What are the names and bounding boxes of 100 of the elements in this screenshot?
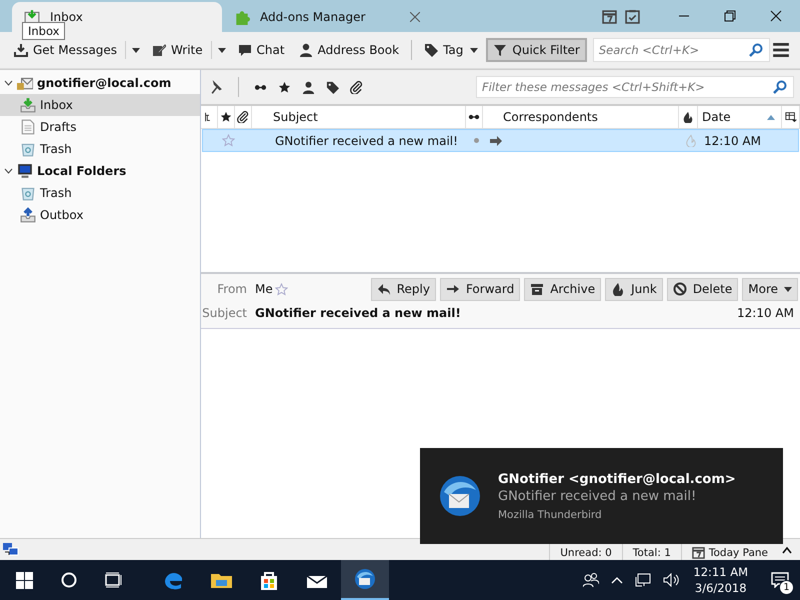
field-label: Subject — [201, 306, 247, 320]
speaker-icon[interactable] — [663, 573, 682, 587]
circle-icon[interactable] — [61, 572, 77, 588]
document-icon — [20, 119, 36, 135]
right-arrow-icon — [446, 282, 460, 296]
dot-icon[interactable] — [474, 138, 479, 143]
search-icon — [749, 43, 763, 57]
notification-message: GNotifier received a new mail! — [498, 488, 698, 504]
column-header[interactable] — [235, 106, 252, 128]
caret-icon — [132, 48, 140, 52]
header-button[interactable]: Delete — [666, 278, 738, 300]
column-header[interactable] — [466, 106, 483, 128]
trash-can-icon — [20, 185, 36, 201]
right-arrow-icon — [489, 134, 503, 146]
folder-item[interactable]: Drafts — [0, 116, 200, 138]
folder-item[interactable]: gnotifier@local.com — [0, 72, 200, 94]
notification-count-badge: 1 — [779, 580, 794, 595]
column-header[interactable]: Subject — [252, 106, 466, 128]
chevron-down-icon — [4, 166, 13, 176]
menu-icon[interactable] — [772, 41, 790, 59]
person-icon — [298, 43, 313, 57]
task-view-icon[interactable] — [105, 572, 123, 588]
notification-title: GNotifier <gnotifier@local.com> — [498, 472, 736, 486]
header-button[interactable]: More — [742, 278, 798, 300]
star-icon[interactable] — [278, 80, 291, 94]
folder-item[interactable]: Local Folders — [0, 160, 200, 182]
message-row[interactable]: GNotifier received a new mail! 12:10 AM — [202, 129, 799, 152]
paperclip-icon[interactable] — [350, 80, 363, 94]
star-icon — [220, 111, 232, 123]
header-button[interactable]: Junk — [605, 278, 663, 300]
column-picker-icon — [784, 111, 796, 123]
people-icon[interactable] — [583, 572, 600, 588]
action-center-icon[interactable] — [771, 572, 789, 588]
column-header[interactable]: Correspondents — [483, 106, 679, 128]
trash-can-icon — [20, 141, 36, 157]
filter-field[interactable]: Filter these messages <Ctrl+Shift+K> — [476, 76, 794, 98]
tab[interactable]: Add-ons Manager — [222, 2, 432, 32]
notification-toast[interactable]: GNotifier <gnotifier@local.com> GNotifier received a new mail! Mozilla Thunderbird — [420, 448, 783, 544]
sender-name: Me — [255, 282, 273, 296]
tag-icon — [424, 43, 438, 57]
restore-icon[interactable] — [724, 10, 736, 22]
speech-bubble-icon — [238, 43, 252, 57]
date-text: 12:10 AM — [737, 306, 794, 320]
outbox-tray-icon — [20, 207, 36, 223]
archive-box-icon — [530, 282, 544, 296]
chevron-up-icon[interactable] — [782, 546, 792, 554]
thunderbird-logo-icon — [438, 474, 482, 518]
pencil-icon — [152, 43, 166, 57]
caret-icon — [784, 286, 792, 292]
toolbar-button[interactable]: Tag — [418, 39, 484, 61]
task-clipboard-icon[interactable] — [625, 8, 640, 24]
filter-icon — [493, 43, 508, 57]
prohibition-icon — [672, 282, 687, 296]
date-cell-text: 12:10 AM — [703, 132, 762, 150]
folder-item[interactable]: Inbox — [0, 94, 200, 116]
field-label: From — [216, 282, 247, 296]
toolbar-button[interactable]: Address Book — [292, 39, 406, 61]
windows-logo-icon[interactable] — [16, 572, 33, 588]
thunderbird-logo-icon[interactable] — [354, 568, 376, 590]
toolbar-button[interactable]: Quick Filter — [486, 38, 587, 62]
notification-app-name: Mozilla Thunderbird — [498, 508, 603, 520]
folder-item[interactable]: Outbox — [0, 204, 200, 226]
envelope-lock-icon — [17, 75, 33, 91]
tag-icon[interactable] — [326, 80, 339, 94]
search-icon — [773, 80, 787, 94]
person-icon[interactable] — [302, 80, 315, 94]
computer-monitor-icon — [17, 163, 33, 179]
reply-arrow-icon — [376, 282, 391, 296]
calendar-icon — [692, 546, 705, 559]
network-computers-icon — [3, 542, 19, 556]
star-outline-icon[interactable] — [274, 282, 288, 296]
close-icon[interactable] — [770, 10, 782, 22]
chevron-down-icon — [4, 78, 13, 88]
header-button[interactable]: Forward — [440, 278, 520, 300]
star-outline-icon[interactable] — [222, 134, 235, 147]
tooltip: Inbox — [22, 22, 66, 40]
folder-item[interactable]: Trash — [0, 138, 200, 160]
flame-icon — [682, 111, 694, 123]
header-button[interactable]: Archive — [524, 278, 602, 300]
header-button[interactable]: Reply — [370, 278, 436, 300]
toolbar-button[interactable]: Chat — [232, 39, 291, 61]
column-header[interactable]: Date — [698, 106, 782, 128]
calendar-icon[interactable] — [602, 8, 617, 24]
toolbar-button[interactable]: Get Messages — [8, 39, 124, 61]
inbox-tray-icon — [20, 97, 36, 113]
clock[interactable]: 12:11 AM 3/6/2018 — [693, 564, 748, 596]
folder-item[interactable]: Trash — [0, 182, 200, 204]
subject-cell-text: GNotifier received a new mail! — [274, 132, 459, 150]
network-icon[interactable] — [635, 573, 652, 587]
flame-icon — [611, 282, 626, 296]
shopping-bag-icon[interactable] — [258, 569, 280, 591]
puzzle-piece-icon — [234, 9, 250, 25]
column-header[interactable] — [218, 106, 235, 128]
subject-text: GNotifier received a new mail! — [255, 306, 461, 320]
envelope-icon — [24, 9, 40, 25]
toolbar-button[interactable]: Write — [146, 39, 209, 61]
paperclip-icon — [237, 111, 249, 123]
download-icon — [14, 43, 28, 57]
search-field[interactable]: Search <Ctrl+K> — [592, 38, 770, 62]
caret-icon — [218, 48, 226, 52]
